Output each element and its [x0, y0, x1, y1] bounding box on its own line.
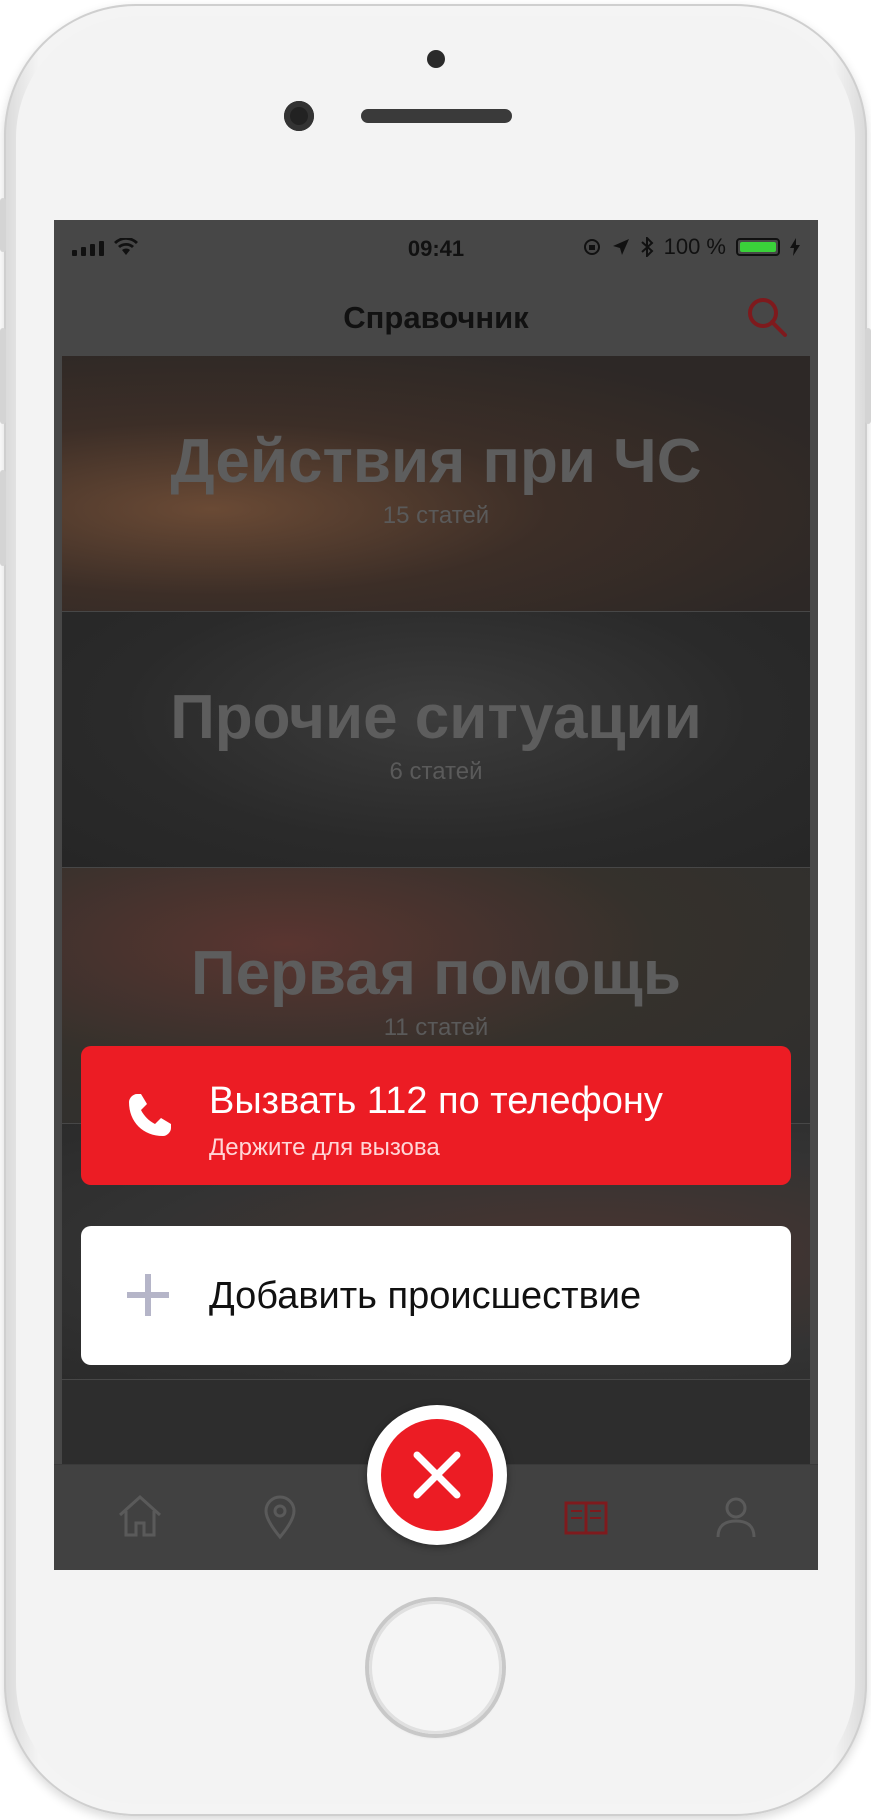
book-icon[interactable]	[560, 1491, 612, 1543]
status-indicators: 100 %	[582, 234, 800, 260]
call-112-button[interactable]: Вызвать 112 по телефону Держите для вызо…	[81, 1046, 791, 1185]
battery-icon	[736, 238, 780, 256]
search-icon[interactable]	[746, 296, 788, 338]
charging-icon	[790, 238, 800, 256]
category-count: 15 статей	[382, 502, 490, 529]
category-card[interactable]: Действия при ЧС 15 статей	[62, 356, 810, 611]
close-button-circle	[381, 1419, 493, 1531]
nav-bar: Справочник	[54, 278, 818, 356]
power-button	[865, 328, 871, 424]
add-incident-button[interactable]: Добавить происшествие	[81, 1226, 791, 1365]
home-button[interactable]	[369, 1601, 502, 1734]
close-button[interactable]	[367, 1405, 507, 1545]
battery-percent: 100 %	[663, 234, 726, 259]
proximity-sensor	[427, 50, 445, 68]
add-incident-label: Добавить происшествие	[209, 1275, 642, 1317]
volume-up-button	[0, 328, 6, 424]
location-pin-icon[interactable]	[254, 1491, 306, 1543]
category-count: 11 статей	[383, 1014, 489, 1041]
orientation-lock-icon	[583, 239, 600, 255]
screen: 09:41 100 % Справочник Действия при ЧС 1…	[54, 220, 818, 1570]
volume-down-button	[0, 470, 6, 566]
profile-icon[interactable]	[710, 1491, 762, 1543]
call-button-subtitle: Держите для вызова	[209, 1134, 440, 1161]
category-card[interactable]: Прочие ситуации 6 статей	[62, 612, 810, 867]
status-bar: 09:41 100 %	[54, 220, 818, 278]
call-button-title: Вызвать 112 по телефону	[209, 1080, 663, 1122]
category-title: Действия при ЧС	[170, 427, 702, 496]
page-title: Справочник	[343, 300, 529, 335]
bluetooth-icon	[640, 237, 654, 257]
category-title: Первая помощь	[191, 939, 681, 1008]
close-icon	[413, 1451, 461, 1499]
front-camera	[284, 101, 314, 131]
earpiece-speaker	[361, 109, 512, 123]
location-arrow-icon	[612, 239, 629, 255]
category-count: 6 статей	[389, 758, 483, 785]
home-icon[interactable]	[114, 1491, 166, 1543]
plus-icon	[127, 1274, 169, 1316]
phone-icon	[129, 1094, 171, 1136]
category-title: Прочие ситуации	[170, 683, 702, 752]
mute-switch	[0, 198, 6, 252]
